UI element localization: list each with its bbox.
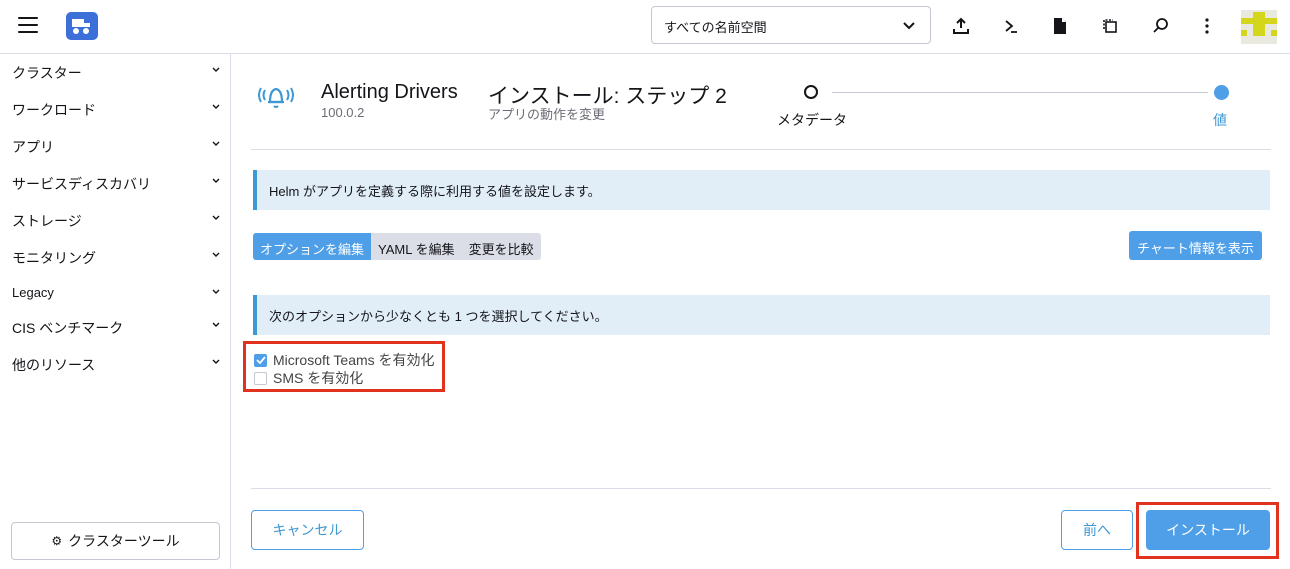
search-icon[interactable] [1150,15,1172,37]
step-indicator-metadata[interactable] [804,85,818,99]
view-chart-info-button[interactable]: チャート情報を表示 [1129,231,1262,260]
option-label: Microsoft Teams を有効化 [273,352,435,368]
sidebar-nav: クラスター ワークロード アプリ サービスディスカバリ ストレージ モニタリング… [0,54,231,569]
step-indicator-values[interactable] [1214,85,1229,100]
app-version: 100.0.2 [321,105,365,120]
more-menu-icon[interactable] [1196,15,1218,37]
footer-divider [251,488,1271,489]
sidebar-item-monitoring[interactable]: モニタリング [0,239,230,273]
tab-compare-changes[interactable]: 変更を比較 [461,233,541,260]
sidebar-item-label: CIS ベンチマーク [12,320,124,336]
chevron-down-icon [212,104,220,109]
chevron-down-icon [212,289,220,294]
sidebar-item-label: クラスター [12,65,82,81]
chevron-down-icon [212,215,220,220]
sidebar-item-label: ストレージ [12,213,82,229]
sidebar-item-label: アプリ [12,139,54,155]
copy-kubeconfig-icon[interactable] [1099,15,1121,37]
chevron-down-icon [212,141,220,146]
option-sms[interactable]: SMS を有効化 [254,368,363,388]
step-label-metadata: メタデータ [777,112,847,128]
top-header: すべての名前空間 [0,0,1290,54]
hamburger-menu-icon[interactable] [18,17,38,35]
sidebar-item-more-resources[interactable]: 他のリソース [0,346,230,380]
options-banner: 次のオプションから少なくとも 1 つを選択してください。 [253,295,1270,335]
cluster-logo-icon[interactable] [66,12,98,40]
cluster-tools-button[interactable]: ⚙ クラスターツール [11,522,220,560]
sidebar-item-service-discovery[interactable]: サービスディスカバリ [0,165,230,199]
sidebar-item-label: ワークロード [12,102,96,118]
sidebar-item-legacy[interactable]: Legacy [0,276,230,310]
tab-edit-yaml[interactable]: YAML を編集 [371,233,462,260]
gear-icon: ⚙ [51,534,63,548]
step-label-values: 値 [1213,112,1227,128]
chevron-down-icon [212,359,220,364]
namespace-select[interactable]: すべての名前空間 [651,6,931,44]
namespace-select-value: すべての名前空間 [664,20,767,35]
sidebar-item-label: 他のリソース [12,357,96,373]
cancel-button[interactable]: キャンセル [251,510,364,550]
sidebar-item-apps[interactable]: アプリ [0,128,230,162]
chevron-down-icon [212,67,220,72]
cluster-tools-label: クラスターツール [68,533,180,549]
chevron-down-icon [903,22,915,30]
checkbox-unchecked[interactable] [254,371,267,385]
alert-bell-icon [258,82,294,115]
sidebar-item-storage[interactable]: ストレージ [0,202,230,236]
editor-tabs: オプションを編集 YAML を編集 変更を比較 [253,233,541,260]
chevron-down-icon [212,252,220,257]
main-content: Alerting Drivers 100.0.2 インストール: ステップ 2 … [232,54,1290,569]
checkbox-checked[interactable] [254,353,267,367]
sidebar-item-label: サービスディスカバリ [12,176,152,192]
install-button[interactable]: インストール [1146,510,1270,550]
info-banner: Helm がアプリを定義する際に利用する値を設定します。 [253,170,1270,210]
app-name: Alerting Drivers [321,81,458,103]
sidebar-item-label: モニタリング [12,250,96,266]
kubectl-shell-icon[interactable] [1000,15,1022,37]
sidebar-item-label: Legacy [12,285,54,300]
option-label: SMS を有効化 [273,370,364,386]
tab-edit-options[interactable]: オプションを編集 [253,233,372,260]
section-divider [251,149,1271,150]
option-microsoft-teams[interactable]: Microsoft Teams を有効化 [254,350,435,370]
stepper-line [832,92,1208,93]
sidebar-item-cluster[interactable]: クラスター [0,54,230,88]
chevron-down-icon [212,178,220,183]
sidebar-item-cis-benchmark[interactable]: CIS ベンチマーク [0,309,230,343]
user-avatar[interactable] [1241,10,1277,44]
import-yaml-icon[interactable] [950,15,972,37]
step-subtitle: アプリの動作を変更 [488,107,606,122]
sidebar-item-workload[interactable]: ワークロード [0,91,230,125]
chevron-down-icon [212,322,220,327]
previous-button[interactable]: 前へ [1061,510,1133,550]
kubeconfig-file-icon[interactable] [1049,15,1071,37]
